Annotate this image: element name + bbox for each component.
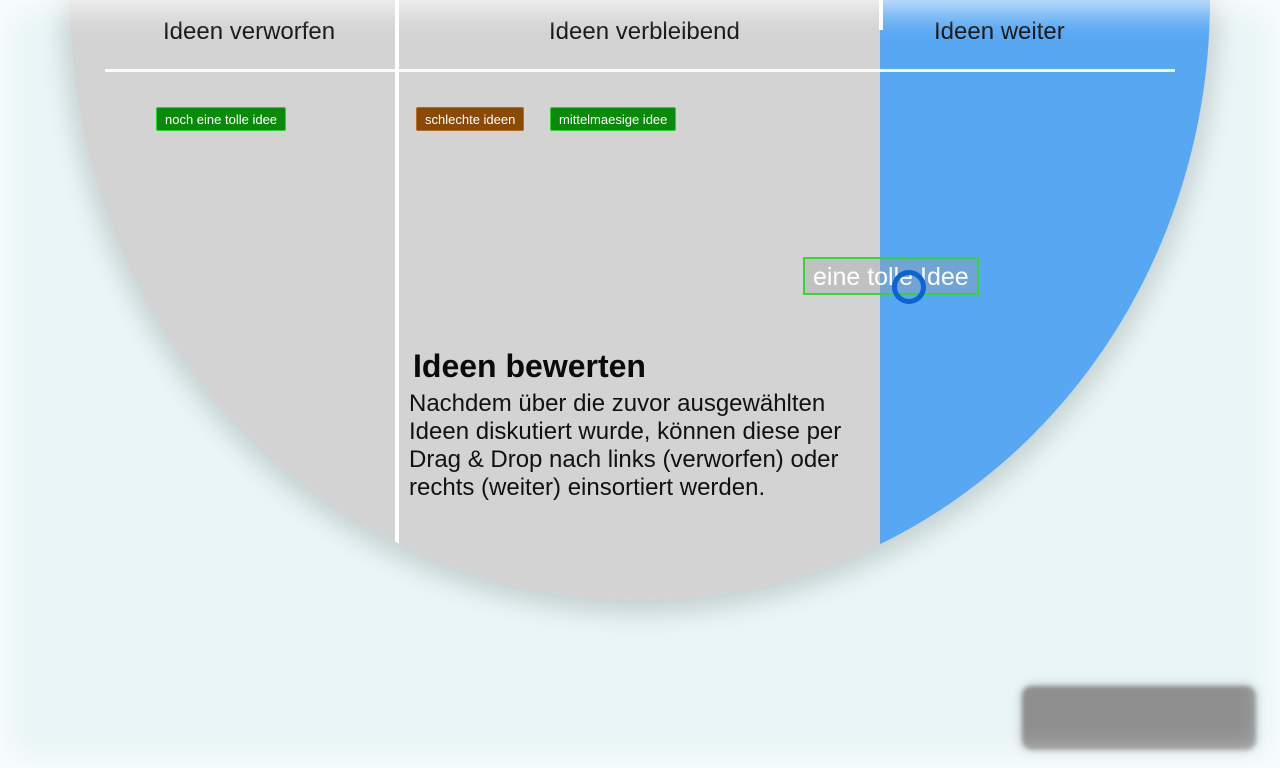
tooltip-body: Nachdem über die zuvor ausgewählten Idee… — [409, 390, 842, 501]
accepted-column[interactable] — [880, 0, 1210, 600]
idea-chip-remaining[interactable]: schlechte ideen — [416, 107, 525, 131]
idea-sorting-board: Ideen verworfen Ideen verbleibend Ideen … — [70, 0, 1210, 600]
cursor-ring-icon — [892, 270, 926, 304]
header-divider — [105, 69, 1175, 72]
column-divider-left — [395, 0, 399, 560]
dragged-idea-chip[interactable]: eine tolle Idee — [803, 257, 979, 295]
remaining-column-title: Ideen verbleibend — [549, 18, 740, 45]
column-divider-right — [879, 0, 883, 30]
idea-chip-remaining[interactable]: mittelmaesige idee — [550, 107, 677, 131]
idea-chip-rejected[interactable]: noch eine tolle idee — [156, 107, 287, 131]
rejected-column-title: Ideen verworfen — [163, 18, 336, 45]
accepted-column-title: Ideen weiter — [934, 18, 1065, 45]
tooltip-title: Ideen bewerten — [413, 348, 646, 384]
next-step-button[interactable] — [1022, 686, 1256, 750]
